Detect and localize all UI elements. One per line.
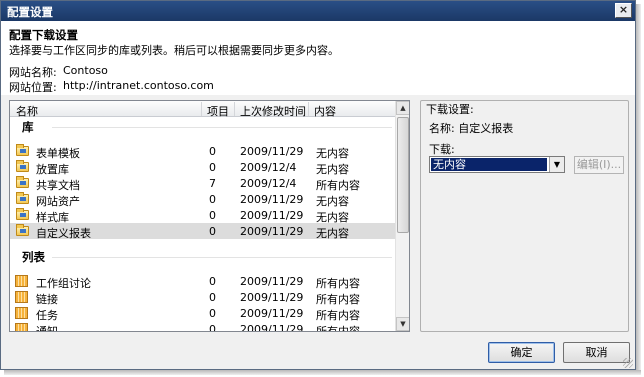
list-item[interactable]: 通知 0 2009/11/29 所有内容 [10,321,395,331]
window-shadow [4,370,641,375]
scroll-up-button[interactable]: ▲ [396,101,409,115]
cell-modified: 2009/12/4 [240,161,297,174]
list-item[interactable]: 网站资产 0 2009/11/29 无内容 [10,191,395,208]
cell-modified: 2009/11/29 [240,291,304,304]
library-list[interactable]: 名称 项目 上次修改时间 内容 库表单模板 0 2009/11/29 无内容 放置库 0 2… [9,100,410,332]
list-item[interactable]: 自定义报表 0 2009/11/29 无内容 [10,223,395,240]
folder-icon [16,144,29,156]
download-dropdown[interactable]: 无内容 ▼ [429,156,565,173]
list-icon [15,291,28,303]
folder-icon [16,224,29,236]
folder-icon [16,192,29,204]
scroll-down-button[interactable]: ▼ [396,317,409,331]
scroll-thumb[interactable] [397,117,409,233]
list-item[interactable]: 任务 0 2009/11/29 所有内容 [10,305,395,322]
column-divider[interactable] [201,102,202,116]
page-title: 配置下载设置 [9,28,78,42]
list-item[interactable]: 链接 0 2009/11/29 所有内容 [10,289,395,306]
site-url-label: 网站位置: [9,81,57,94]
cell-items: 7 [209,177,216,190]
cell-modified: 2009/11/29 [240,323,304,331]
cell-items: 0 [209,291,216,304]
folder-icon [16,176,29,188]
close-icon: × [618,3,629,16]
group-divider [52,257,392,258]
site-name-value: Contoso [63,64,108,77]
group-header: 列表 [22,250,45,264]
site-url-value: http://intranet.contoso.com [63,79,214,92]
header-panel: 配置下载设置 选择要与工作区同步的库或列表。稍后可以根据需要同步更多内容。 网站… [1,21,635,95]
download-selected-value: 无内容 [431,158,547,171]
chevron-down-icon[interactable]: ▼ [549,157,564,172]
selected-item-name: 名称: 自定义报表 [429,122,514,135]
window-shadow [636,4,641,373]
list-item[interactable]: 共享文档 7 2009/12/4 所有内容 [10,175,395,192]
column-divider[interactable] [308,102,309,116]
cell-items: 0 [209,161,216,174]
list-item[interactable]: 放置库 0 2009/12/4 无内容 [10,159,395,176]
folder-icon [16,208,29,220]
column-divider[interactable] [234,102,235,116]
download-settings-title: 下载设置: [426,101,476,117]
list-header: 名称 项目 上次修改时间 内容 [10,101,395,118]
cell-modified: 2009/11/29 [240,225,304,238]
cell-name: 通知 [36,323,58,331]
list-icon [15,307,28,319]
download-label: 下载: [429,143,455,156]
resize-grip[interactable] [623,358,633,368]
cell-items: 0 [209,275,216,288]
description-text: 选择要与工作区同步的库或列表。稍后可以根据需要同步更多内容。 [9,44,339,57]
cell-name: 自定义报表 [36,227,91,240]
cancel-button[interactable]: 取消 [563,342,630,363]
settings-dialog: 配置设置 × 配置下载设置 选择要与工作区同步的库或列表。稍后可以根据需要同步更… [0,0,636,370]
cell-items: 0 [209,209,216,222]
edit-button[interactable]: 编辑(I)... [574,156,624,174]
cell-modified: 2009/11/29 [240,193,304,206]
cell-modified: 2009/11/29 [240,145,304,158]
list-item[interactable]: 工作组讨论 0 2009/11/29 所有内容 [10,273,395,290]
cell-items: 0 [209,145,216,158]
cell-modified: 2009/11/29 [240,209,304,222]
cell-content: 无内容 [316,227,349,240]
list-rows: 库表单模板 0 2009/11/29 无内容 放置库 0 2009/12/4 无内容 共享文档 7… [10,117,395,331]
cell-modified: 2009/11/29 [240,307,304,320]
list-item[interactable]: 样式库 0 2009/11/29 无内容 [10,207,395,224]
title-bar[interactable]: 配置设置 × [1,1,635,21]
list-item[interactable]: 表单模板 0 2009/11/29 无内容 [10,143,395,160]
vertical-scrollbar[interactable]: ▲ ▼ [395,101,409,331]
cell-items: 0 [209,307,216,320]
arrow-down-icon: ▼ [400,320,406,328]
cell-items: 0 [209,225,216,238]
site-name-label: 网站名称: [9,66,57,79]
close-button[interactable]: × [615,3,632,18]
group-divider [52,127,392,128]
arrow-up-icon: ▲ [400,104,406,112]
folder-icon [16,160,29,172]
cell-modified: 2009/11/29 [240,275,304,288]
cell-items: 0 [209,323,216,331]
ok-button[interactable]: 确定 [488,342,555,363]
list-icon [15,275,28,287]
cell-items: 0 [209,193,216,206]
cell-content: 所有内容 [316,323,360,331]
group-header: 库 [22,120,34,134]
window-title: 配置设置 [7,5,53,19]
cell-modified: 2009/12/4 [240,177,297,190]
list-icon [15,323,28,331]
